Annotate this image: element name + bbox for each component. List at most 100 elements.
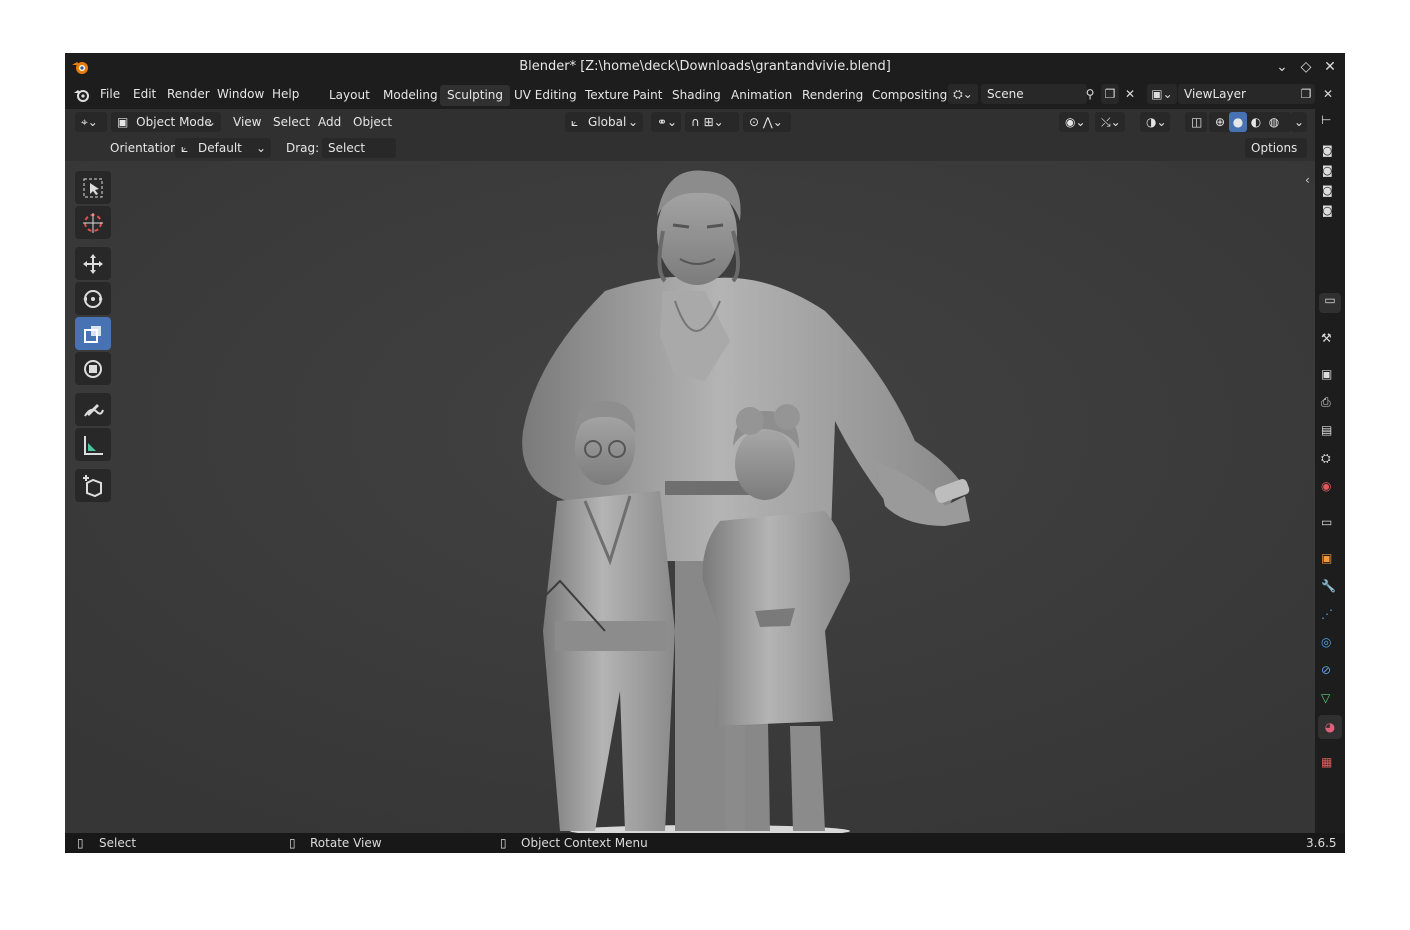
delete-scene-icon[interactable]: ✕ <box>1121 84 1139 104</box>
options-label: Options <box>1251 141 1298 155</box>
tab-texture-paint[interactable]: Texture Paint <box>578 85 669 106</box>
menu-window[interactable]: Window <box>217 87 264 101</box>
pivot-point-dropdown[interactable]: ⚭⌄ <box>651 112 681 132</box>
gizmo-dropdown[interactable]: ⤯⌄ <box>1095 112 1125 132</box>
select-box-tool[interactable] <box>75 171 111 204</box>
new-viewlayer-icon[interactable]: ❐ <box>1297 84 1315 104</box>
close-window-button[interactable]: ✕ <box>1320 57 1340 77</box>
rotate-icon <box>83 290 103 308</box>
move-tool[interactable] <box>75 247 111 280</box>
delete-viewlayer-icon[interactable]: ✕ <box>1319 84 1337 104</box>
chevron-down-icon: ⌄ <box>1294 115 1305 129</box>
tab-shading[interactable]: Shading <box>665 85 728 106</box>
measure-tool[interactable] <box>75 428 111 461</box>
rotate-tool[interactable] <box>75 282 111 315</box>
scale-icon <box>84 326 101 343</box>
outliner-toggle-icon[interactable]: ⊢ <box>1321 113 1331 127</box>
wireframe-shading-icon[interactable]: ⊕ <box>1211 112 1229 132</box>
camera-icon[interactable]: ◙ <box>1322 141 1333 161</box>
editor-toggle-icon[interactable]: ▭ <box>1319 293 1341 313</box>
viewlayer-name-field[interactable]: ViewLayer <box>1178 84 1300 104</box>
physics-icon[interactable]: ◎ <box>1321 635 1339 653</box>
menu-render[interactable]: Render <box>167 87 210 101</box>
shading-options-dropdown[interactable]: ⌄ <box>1291 112 1307 132</box>
camera-icon[interactable]: ◙ <box>1322 201 1333 221</box>
output-icon[interactable]: ⎙ <box>1321 395 1339 413</box>
pin-scene-icon[interactable]: ⚲ <box>1081 84 1099 104</box>
transform-tool[interactable] <box>75 352 111 385</box>
xray-toggle[interactable]: ◫ <box>1185 112 1207 132</box>
drag-dropdown[interactable]: Select Box ⌄ <box>322 138 396 175</box>
measure-icon <box>84 436 103 455</box>
minimize-button[interactable]: ⌄ <box>1272 57 1292 77</box>
pivot-icon: ⚭⌄ <box>657 115 678 129</box>
tab-animation[interactable]: Animation <box>724 85 799 106</box>
maximize-button[interactable]: ◇ <box>1296 57 1316 77</box>
tab-rendering[interactable]: Rendering <box>795 85 870 106</box>
modifier-icon[interactable]: 🔧 <box>1321 579 1339 597</box>
collection-icon[interactable]: ▭ <box>1321 515 1339 533</box>
header-menu-object[interactable]: Object <box>353 112 392 132</box>
version-label: 3.6.5 <box>1306 836 1337 850</box>
shading-mode-group[interactable]: ⊕ ● ◐ ◍ <box>1209 112 1291 132</box>
view-layer-icon[interactable]: ▤ <box>1321 423 1339 441</box>
header-menu-add[interactable]: Add <box>318 112 341 132</box>
tab-modeling[interactable]: Modeling <box>376 85 445 106</box>
transform-orientation-label: Global <box>588 115 627 129</box>
gizmo-icon: ⤯⌄ <box>1101 115 1121 129</box>
object-icon[interactable]: ▣ <box>1321 551 1339 569</box>
move-icon <box>83 254 103 274</box>
scale-tool[interactable] <box>75 317 111 350</box>
tab-sculpting[interactable]: Sculpting <box>440 85 511 106</box>
sidebar-toggle-icon[interactable]: ‹ <box>1305 173 1310 187</box>
tab-layout[interactable]: Layout <box>322 85 377 106</box>
header-menu-view[interactable]: View <box>233 112 261 132</box>
visibility-dropdown[interactable]: ◉⌄ <box>1059 112 1089 132</box>
texture-icon[interactable]: ▦ <box>1321 755 1339 773</box>
transform-orientation-dropdown[interactable]: ⟀ Global ⌄ <box>565 112 643 132</box>
annotate-tool[interactable] <box>75 393 111 426</box>
options-dropdown[interactable]: Options ⌄ <box>1245 138 1307 175</box>
menu-help[interactable]: Help <box>272 87 299 101</box>
snapping-dropdown[interactable]: ∩ ⊞⌄ <box>685 112 739 132</box>
tab-compositing[interactable]: Compositing <box>865 85 954 106</box>
title-bar: Blender* [Z:\home\deck\Downloads\grantan… <box>65 53 1345 81</box>
menu-edit[interactable]: Edit <box>133 87 156 101</box>
window-title: Blender* [Z:\home\deck\Downloads\grantan… <box>519 59 891 74</box>
viewlayer-selector-button[interactable]: ▣⌄ <box>1147 84 1177 104</box>
render-icon[interactable]: ▣ <box>1321 367 1339 385</box>
cursor-tool[interactable] <box>75 206 111 239</box>
mouse-middle-icon: ▯ <box>289 836 296 850</box>
header-menu-select[interactable]: Select <box>273 112 310 132</box>
material-shading-icon[interactable]: ◐ <box>1247 112 1265 132</box>
material-icon[interactable]: ◕ <box>1318 715 1342 739</box>
tab-uv-editing[interactable]: UV Editing <box>507 85 584 106</box>
scene-name-field[interactable]: Scene <box>981 84 1087 104</box>
sculpture-model <box>65 161 1315 833</box>
orientation-dropdown[interactable]: ⟀ Default ⌄ <box>175 138 271 158</box>
constraints-icon[interactable]: ⊘ <box>1321 663 1339 681</box>
object-mode-icon: ▣ <box>117 115 129 129</box>
world-icon[interactable]: ◉ <box>1321 479 1339 497</box>
tool-icon[interactable]: ⚒ <box>1321 331 1339 349</box>
new-scene-icon[interactable]: ❐ <box>1101 84 1119 104</box>
editor-type-dropdown[interactable]: ⌖⌄ <box>75 112 107 132</box>
rendered-shading-icon[interactable]: ◍ <box>1265 112 1283 132</box>
camera-icon[interactable]: ◙ <box>1322 161 1333 181</box>
scene-selector-button[interactable]: ⛭⌄ <box>948 84 978 104</box>
particles-icon[interactable]: ⋰ <box>1321 607 1339 625</box>
proportional-editing-dropdown[interactable]: ⊙ ⋀⌄ <box>743 112 791 132</box>
solid-shading-icon[interactable]: ● <box>1229 112 1247 132</box>
3d-viewport[interactable]: ‹ <box>65 161 1315 833</box>
overlay-dropdown[interactable]: ◑⌄ <box>1140 112 1170 132</box>
data-icon[interactable]: ▽ <box>1321 691 1339 709</box>
menu-file[interactable]: File <box>100 87 120 101</box>
cursor-icon <box>83 213 103 233</box>
camera-icon[interactable]: ◙ <box>1322 181 1333 201</box>
top-menu-bar: File Edit Render Window Help Layout Mode… <box>65 81 1345 109</box>
scene-icon[interactable]: ⛭ <box>1321 451 1339 469</box>
mode-dropdown[interactable]: ▣ Object Mode ⌄ <box>111 112 221 132</box>
blender-menu-icon[interactable] <box>73 87 91 103</box>
add-cube-tool[interactable] <box>75 469 111 502</box>
properties-tab-column: ⊢ ◙ ◙ ◙ ◙ ▭ ⚒ ▣ ⎙ ▤ ⛭ ◉ ▭ ▣ 🔧 ⋰ ◎ ⊘ ▽ ◕ … <box>1315 109 1345 833</box>
